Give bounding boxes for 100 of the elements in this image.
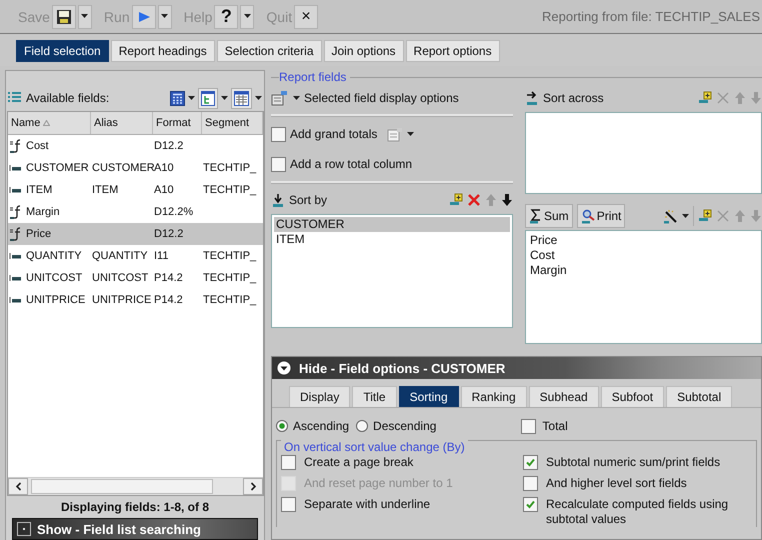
caret-icon[interactable] (407, 132, 414, 136)
field-format: I11 (153, 250, 170, 262)
status-text: Displaying fields: 1-8, of 8 (60, 499, 210, 516)
radio-button[interactable] (276, 420, 288, 432)
field-row[interactable]: UNITCOST UNITCOST P14.2 TECHTIP_ (8, 267, 263, 289)
column-header[interactable]: Segment (202, 112, 263, 134)
checkbox[interactable] (521, 418, 536, 434)
field-row[interactable]: QUANTITY QUANTITY I11 TECHTIP_ (8, 245, 263, 267)
radio-label: Descending (373, 419, 436, 433)
tab[interactable]: Subhead (528, 386, 599, 407)
grid-view-button[interactable] (231, 88, 252, 108)
scroll-right-button[interactable] (243, 478, 263, 495)
available-fields-label: Available fields: (26, 91, 110, 105)
down-arrow-icon[interactable] (501, 193, 513, 207)
tab[interactable]: Subtotal (666, 386, 732, 407)
field-row[interactable]: Price D12.2 (8, 223, 263, 245)
column-header[interactable]: Name (8, 112, 91, 134)
checkbox-label: Separate with underline (304, 497, 430, 512)
chevron-left-icon (14, 482, 22, 491)
field-row[interactable]: UNITPRICE UNITPRICE P14.2 TECHTIP_ (8, 289, 263, 311)
field-row[interactable]: Cost D12.2 (8, 135, 263, 157)
tab[interactable]: Report headings (110, 40, 215, 62)
checkbox[interactable] (271, 126, 286, 142)
field-format: P14.2 (153, 294, 184, 306)
field-alias: UNITPRICE (91, 294, 152, 306)
tree-view-button[interactable] (198, 88, 218, 108)
tab[interactable]: Join options (324, 40, 404, 62)
list-item[interactable]: Cost (528, 248, 759, 263)
toolbar-label: Quit (266, 8, 292, 24)
save-menu-button[interactable] (78, 4, 92, 28)
tab[interactable]: Sorting (398, 386, 459, 407)
tab[interactable]: Ranking (460, 386, 527, 407)
tab[interactable]: Display (289, 386, 350, 407)
panel-title: Show - Field list searching (37, 522, 201, 536)
run-menu-button[interactable] (158, 4, 172, 28)
column-header[interactable]: Alias (91, 112, 153, 134)
caret-icon[interactable] (188, 96, 195, 100)
add-icon[interactable] (698, 91, 712, 105)
close-button[interactable]: × (294, 4, 318, 28)
caret-icon[interactable] (161, 14, 168, 19)
panel-header-bar[interactable]: Hide - Field options - CUSTOMER (272, 357, 761, 379)
tab[interactable]: Subfoot (600, 386, 664, 407)
field-format: P14.2 (153, 272, 184, 284)
collapse-icon (277, 361, 291, 375)
tab[interactable]: Report options (406, 40, 500, 62)
field-name: CUSTOMER (26, 162, 89, 174)
add-icon[interactable] (698, 209, 712, 223)
help-button[interactable]: ? (214, 4, 238, 28)
caret-icon[interactable] (682, 214, 689, 218)
list-item[interactable]: Price (528, 233, 759, 248)
checkbox[interactable] (523, 476, 538, 491)
field-row[interactable]: ITEM ITEM A10 TECHTIP_ (8, 179, 263, 201)
checkbox[interactable] (281, 455, 296, 470)
column-header[interactable]: Format (153, 112, 202, 134)
checkbox[interactable] (271, 156, 286, 172)
field-name: UNITCOST (26, 272, 82, 284)
radio-label: Ascending (293, 419, 350, 433)
magnifier-icon (580, 208, 596, 224)
display-options-icon[interactable] (271, 90, 289, 106)
checkbox-label: Total (542, 419, 568, 433)
panel-title: Hide - Field options - CUSTOMER (299, 360, 506, 376)
display-options-label[interactable]: Selected field display options (304, 91, 459, 105)
field-row[interactable]: CUSTOMER CUSTOMERA10 TECHTIP_ (8, 157, 263, 179)
caret-icon[interactable] (221, 96, 228, 100)
print-button[interactable]: Print (576, 204, 626, 228)
help-menu-button[interactable] (240, 4, 254, 28)
add-icon[interactable] (449, 193, 463, 207)
source-file-label: Reporting from file: TECHTIP_SALES (542, 9, 761, 24)
sort-ascending-icon (43, 120, 50, 126)
segment-text: TECHTIP_ (202, 184, 258, 196)
panel-header-bar[interactable]: Show - Field list searching (12, 518, 258, 540)
tab[interactable]: Field selection (16, 40, 109, 62)
list-item[interactable]: ITEM (274, 232, 510, 247)
list-item[interactable]: CUSTOMER (274, 217, 510, 232)
calculator-icon[interactable] (170, 90, 185, 106)
list-item[interactable]: Margin (528, 263, 759, 278)
scroll-left-button[interactable] (8, 478, 28, 495)
caret-icon[interactable] (244, 14, 251, 19)
scrollbar-thumb[interactable] (31, 479, 213, 494)
field-format: D12.2% (153, 206, 194, 218)
sum-button[interactable]: Sum (525, 204, 573, 228)
segment-text: TECHTIP_ (202, 250, 258, 262)
checkbox[interactable] (523, 455, 538, 470)
caret-icon[interactable] (255, 96, 262, 100)
tab[interactable]: Title (352, 386, 397, 407)
checkbox-label: And higher level sort fields (546, 476, 687, 491)
segment-text: TECHTIP_ (202, 272, 258, 284)
tab[interactable]: Selection criteria (216, 40, 322, 62)
sort-by-label: Sort by (289, 193, 328, 207)
toolbar-label: Help (184, 8, 212, 24)
field-row[interactable]: Margin D12.2% (8, 201, 263, 223)
save-button[interactable] (52, 4, 76, 28)
checkbox[interactable] (523, 497, 538, 512)
radio-button[interactable] (356, 420, 368, 432)
caret-icon[interactable] (81, 14, 88, 19)
caret-icon[interactable] (293, 96, 300, 100)
field-name: Cost (26, 140, 49, 152)
wand-icon[interactable] (663, 208, 678, 224)
checkbox-label: Recalculate computed fields using subtotal values (546, 497, 730, 527)
checkbox[interactable] (281, 497, 296, 512)
